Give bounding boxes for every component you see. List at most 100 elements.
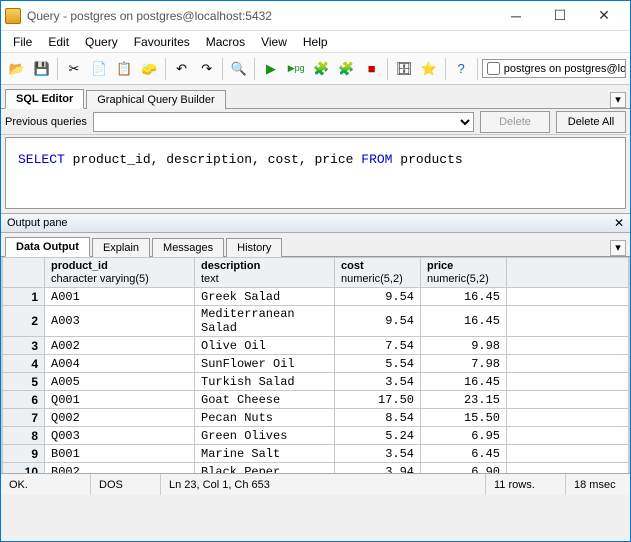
menu-macros[interactable]: Macros	[198, 33, 253, 51]
tab-sql-editor[interactable]: SQL Editor	[5, 89, 84, 109]
save-icon[interactable]: 💾	[30, 57, 53, 81]
row-number[interactable]: 10	[3, 463, 45, 473]
menu-file[interactable]: File	[5, 33, 40, 51]
cell-price[interactable]: 9.98	[421, 337, 507, 355]
cell-cost[interactable]: 5.24	[335, 427, 421, 445]
cell-product-id[interactable]: A002	[45, 337, 195, 355]
delete-all-button[interactable]: Delete All	[556, 111, 626, 133]
table-row[interactable]: 10B002Black Peper3.946.90	[3, 463, 629, 473]
sql-editor[interactable]: SELECT product_id, description, cost, pr…	[5, 137, 626, 209]
data-grid-wrap[interactable]: product_idcharacter varying(5) descripti…	[1, 257, 630, 473]
cell-price[interactable]: 16.45	[421, 306, 507, 337]
cell-product-id[interactable]: Q001	[45, 391, 195, 409]
db-checkbox[interactable]	[487, 62, 500, 75]
tab-history[interactable]: History	[226, 238, 282, 257]
tab-explain[interactable]: Explain	[92, 238, 150, 257]
table-row[interactable]: 4A004SunFlower Oil5.547.98	[3, 355, 629, 373]
cell-cost[interactable]: 3.54	[335, 373, 421, 391]
cell-price[interactable]: 15.50	[421, 409, 507, 427]
delete-button[interactable]: Delete	[480, 111, 550, 133]
menu-edit[interactable]: Edit	[40, 33, 77, 51]
table-row[interactable]: 8Q003Green Olives5.246.95	[3, 427, 629, 445]
cell-price[interactable]: 23.15	[421, 391, 507, 409]
cell-product-id[interactable]: Q002	[45, 409, 195, 427]
col-header-cost[interactable]: costnumeric(5,2)	[335, 258, 421, 288]
db-selector[interactable]: postgres on postgres@lo	[482, 59, 626, 78]
chevron-down-icon[interactable]: ▾	[610, 92, 626, 108]
open-icon[interactable]: 📂	[5, 57, 28, 81]
row-number[interactable]: 3	[3, 337, 45, 355]
table-row[interactable]: 3A002Olive Oil7.549.98	[3, 337, 629, 355]
cell-product-id[interactable]: B002	[45, 463, 195, 473]
table-row[interactable]: 1A001Greek Salad9.5416.45	[3, 288, 629, 306]
minimize-button[interactable]: ─	[494, 2, 538, 30]
explain-icon[interactable]: 🧩	[310, 57, 333, 81]
cell-description[interactable]: Greek Salad	[195, 288, 335, 306]
menu-view[interactable]: View	[253, 33, 295, 51]
cell-product-id[interactable]: B001	[45, 445, 195, 463]
menu-help[interactable]: Help	[295, 33, 336, 51]
cell-price[interactable]: 16.45	[421, 373, 507, 391]
cell-price[interactable]: 6.95	[421, 427, 507, 445]
row-number[interactable]: 1	[3, 288, 45, 306]
tab-data-output[interactable]: Data Output	[5, 237, 90, 257]
row-number[interactable]: 7	[3, 409, 45, 427]
cell-product-id[interactable]: A001	[45, 288, 195, 306]
menu-query[interactable]: Query	[77, 33, 126, 51]
cell-product-id[interactable]: A005	[45, 373, 195, 391]
cell-cost[interactable]: 7.54	[335, 337, 421, 355]
row-number[interactable]: 9	[3, 445, 45, 463]
cell-cost[interactable]: 17.50	[335, 391, 421, 409]
table-row[interactable]: 7Q002Pecan Nuts8.5415.50	[3, 409, 629, 427]
row-number[interactable]: 6	[3, 391, 45, 409]
favourite-icon[interactable]: ⭐	[417, 57, 440, 81]
cell-cost[interactable]: 9.54	[335, 288, 421, 306]
table-row[interactable]: 6Q001Goat Cheese17.5023.15	[3, 391, 629, 409]
find-icon[interactable]: 🔍	[227, 57, 250, 81]
tab-graphical-builder[interactable]: Graphical Query Builder	[86, 90, 225, 109]
table-row[interactable]: 2A003Mediterranean Salad9.5416.45	[3, 306, 629, 337]
row-number[interactable]: 5	[3, 373, 45, 391]
cell-cost[interactable]: 5.54	[335, 355, 421, 373]
paste-icon[interactable]: 📋	[113, 57, 136, 81]
cell-cost[interactable]: 3.94	[335, 463, 421, 473]
cell-price[interactable]: 6.45	[421, 445, 507, 463]
row-number[interactable]: 8	[3, 427, 45, 445]
cell-description[interactable]: Green Olives	[195, 427, 335, 445]
cell-description[interactable]: SunFlower Oil	[195, 355, 335, 373]
maximize-button[interactable]: ☐	[538, 2, 582, 30]
cell-description[interactable]: Olive Oil	[195, 337, 335, 355]
clear-icon[interactable]: 🧽	[138, 57, 161, 81]
table-row[interactable]: 5A005Turkish Salad3.5416.45	[3, 373, 629, 391]
cell-description[interactable]: Mediterranean Salad	[195, 306, 335, 337]
tab-messages[interactable]: Messages	[152, 238, 224, 257]
execute-pg-icon[interactable]: ▶pg	[285, 57, 308, 81]
previous-queries-select[interactable]	[93, 112, 474, 132]
copy-icon[interactable]: 📄	[87, 57, 110, 81]
redo-icon[interactable]: ↷	[195, 57, 218, 81]
cell-description[interactable]: Turkish Salad	[195, 373, 335, 391]
cell-description[interactable]: Goat Cheese	[195, 391, 335, 409]
cut-icon[interactable]: ✂	[62, 57, 85, 81]
sql-text[interactable]: SELECT product_id, description, cost, pr…	[6, 138, 625, 173]
row-number[interactable]: 4	[3, 355, 45, 373]
row-number[interactable]: 2	[3, 306, 45, 337]
cell-price[interactable]: 7.98	[421, 355, 507, 373]
cell-cost[interactable]: 9.54	[335, 306, 421, 337]
close-button[interactable]: ✕	[582, 2, 626, 30]
cell-product-id[interactable]: Q003	[45, 427, 195, 445]
menu-favourites[interactable]: Favourites	[126, 33, 198, 51]
col-header-description[interactable]: descriptiontext	[195, 258, 335, 288]
explain-analyze-icon[interactable]: 🧩	[335, 57, 358, 81]
cell-description[interactable]: Black Peper	[195, 463, 335, 473]
close-pane-icon[interactable]: ✕	[614, 216, 624, 230]
table-row[interactable]: 9B001Marine Salt3.546.45	[3, 445, 629, 463]
cell-price[interactable]: 16.45	[421, 288, 507, 306]
cell-product-id[interactable]: A003	[45, 306, 195, 337]
cell-description[interactable]: Marine Salt	[195, 445, 335, 463]
cell-price[interactable]: 6.90	[421, 463, 507, 473]
connection-icon[interactable]: 🗄	[392, 57, 415, 81]
chevron-down-icon[interactable]: ▾	[610, 240, 626, 256]
undo-icon[interactable]: ↶	[170, 57, 193, 81]
execute-icon[interactable]: ▶	[259, 57, 282, 81]
